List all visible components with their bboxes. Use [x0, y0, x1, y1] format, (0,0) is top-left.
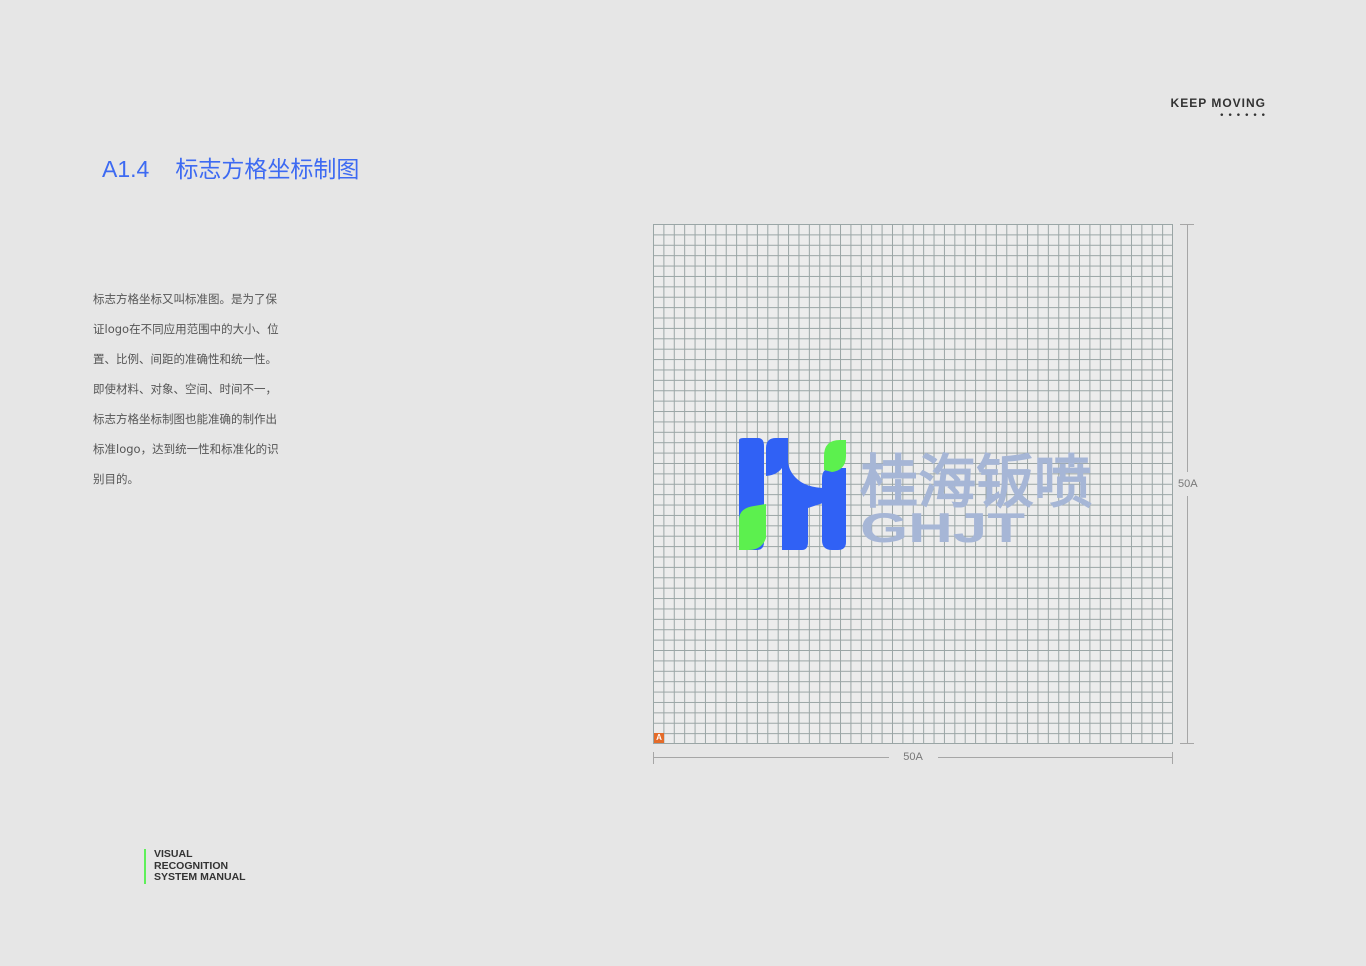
logo-mark-right-stroke: [822, 468, 846, 550]
logo-mark-left-leaf: [739, 504, 766, 550]
keep-moving-dots: ••••••: [1219, 111, 1269, 121]
description-line: 别目的。: [93, 472, 139, 486]
description-line: 即使材料、对象、空间、时间不一，: [93, 382, 277, 396]
brand-logo-svg: 桂海钣喷 GHJT: [739, 438, 1092, 551]
keep-moving-tag: KEEP MOVING ••••••: [1171, 96, 1266, 121]
grid-unit-marker: A: [654, 733, 664, 743]
section-title: 标志方格坐标制图: [175, 157, 360, 183]
footer-manual-label: VISUAL RECOGNITION SYSTEM MANUAL: [144, 848, 246, 884]
footer-line-visual: VISUAL: [154, 848, 193, 860]
height-dimension-tick-bottom: [1180, 743, 1194, 744]
description-line: 标准logo，达到统一性和标准化的识: [93, 442, 279, 456]
width-dimension-line-right: [938, 757, 1173, 758]
height-dimension-line-bottom: [1187, 496, 1188, 744]
section-code: A1.4: [102, 156, 150, 182]
logo-mark-crossbar: [764, 438, 826, 550]
width-dimension-tick-right: [1172, 752, 1173, 764]
keep-moving-text: KEEP MOVING: [1170, 96, 1266, 110]
width-dimension: 50A: [653, 750, 1173, 766]
brand-logo: 桂海钣喷 GHJT: [736, 438, 1116, 556]
description-paragraph: 标志方格坐标又叫标准图。是为了保 证logo在不同应用范围中的大小、位 置、比例…: [93, 284, 308, 494]
page-title: A1.4 标志方格坐标制图: [102, 150, 359, 184]
description-line: 标志方格坐标制图也能准确的制作出: [93, 412, 277, 426]
description-line: 标志方格坐标又叫标准图。是为了保: [93, 292, 277, 306]
height-dimension-label: 50A: [1178, 478, 1198, 490]
footer-line-system-manual: SYSTEM MANUAL: [154, 871, 246, 883]
description-line: 证logo在不同应用范围中的大小、位: [93, 322, 279, 336]
logo-mark-right-leaf: [824, 440, 846, 472]
height-dimension-line-top: [1187, 224, 1188, 472]
description-line: 置、比例、间距的准确性和统一性。: [93, 352, 277, 366]
logo-english-name: GHJT: [860, 504, 1026, 551]
